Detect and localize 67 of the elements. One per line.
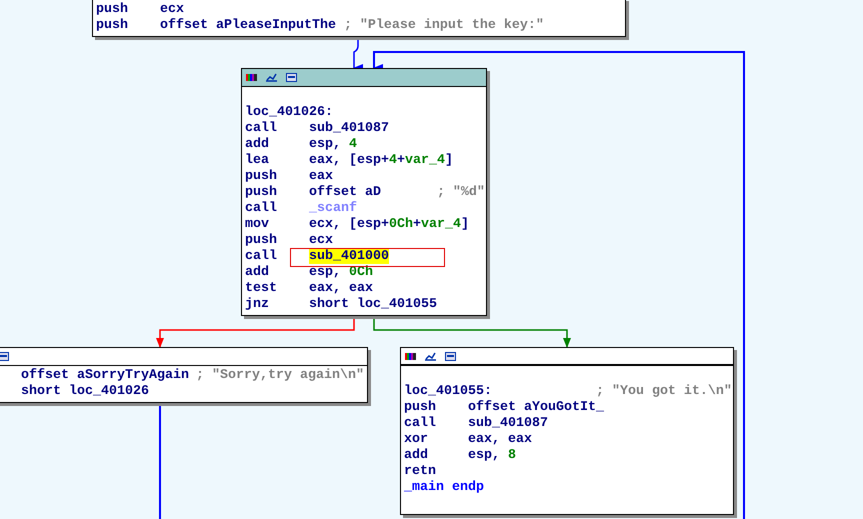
operand-text: offset aSorryTryAgain (20, 368, 189, 383)
operand-text: 8 (508, 448, 516, 463)
instruction-mnemonic: test (245, 281, 278, 297)
instruction-mnemonic: push (245, 169, 278, 185)
operand-text: sub_401087 (468, 416, 548, 431)
operand-text: 0Ch (388, 217, 413, 232)
string-comment: ; "Please input the key:" (344, 18, 544, 34)
operand-text: eax, [esp+ (308, 153, 389, 168)
operand-text: + (396, 153, 405, 168)
instruction-mnemonic: mov (245, 217, 270, 233)
instruction-mnemonic: push (245, 233, 278, 249)
operand-text: var_4 (404, 153, 445, 168)
window-icon[interactable] (286, 73, 297, 82)
instruction-mnemonic: add (245, 137, 270, 153)
operand-text: ecx (308, 233, 333, 248)
endp-directive: _main endp (404, 480, 484, 496)
operand-text: ] (460, 217, 469, 232)
palette-icon[interactable] (246, 73, 257, 82)
operand-text: + (412, 217, 421, 232)
operand-text: esp, (308, 137, 342, 152)
operand-text: ecx (160, 2, 184, 17)
operand-text: 4 (388, 153, 397, 168)
chart-icon[interactable] (425, 352, 436, 360)
instruction-mnemonic: push (96, 18, 129, 34)
instruction-mnemonic: jnz (245, 297, 270, 313)
instruction-mnemonic: call (245, 201, 278, 217)
operand-text: ecx, [esp+ (308, 217, 389, 232)
instruction-mnemonic: call (404, 416, 437, 432)
code-block[interactable] (241, 68, 487, 316)
instruction-mnemonic: push (96, 2, 129, 18)
instruction-mnemonic: push (245, 185, 278, 201)
code-block[interactable]: loc_401055: ; "You got it.\n" push offset aYouGotIt_ call sub_401087 xor eax, eax add esp, 8 retn _main endp (400, 347, 734, 515)
window-icon[interactable] (0, 352, 9, 361)
operand-text: eax, eax (308, 281, 373, 296)
operand-text: esp, (468, 448, 501, 463)
operand-text: 4 (348, 137, 357, 152)
operand-text: sub_401000 (308, 249, 389, 264)
window-icon[interactable] (445, 352, 456, 360)
string-comment: ; "Sorry,try again\n" (196, 368, 364, 384)
chart-icon[interactable] (266, 73, 277, 82)
instruction-mnemonic: push (404, 400, 437, 416)
instruction-mnemonic: add (404, 448, 429, 464)
code-block[interactable]: offset aSorryTryAgain ; "Sorry,try again\n" short loc_401026 (0, 347, 368, 403)
operand-text: eax, eax (468, 432, 532, 447)
string-comment: ; "You got it.\n" (596, 384, 732, 400)
instruction-mnemonic: call (245, 121, 278, 137)
operand-text: eax (308, 169, 333, 184)
string-comment: ; "%d" (436, 185, 485, 201)
operand-text: offset aYouGotIt_ (468, 400, 604, 415)
instruction-mnemonic: lea (245, 153, 270, 169)
operand-text: ] (444, 153, 453, 168)
operand-text: short loc_401055 (308, 297, 437, 312)
palette-icon[interactable] (405, 352, 416, 360)
operand-text: offset aD (308, 185, 381, 200)
operand-text: sub_401087 (308, 121, 389, 136)
code-label: loc_401055: (404, 384, 493, 400)
code-block[interactable]: push ecx push offset aPleaseInputThe ; "Please input the key:" (92, 0, 626, 37)
block-header[interactable] (242, 69, 486, 87)
instruction-mnemonic: retn (404, 464, 437, 480)
operand-text: esp, (308, 265, 342, 280)
operand-text: offset aPleaseInputThe (160, 18, 336, 33)
operand-text: short loc_401026 (20, 384, 149, 399)
code-label: loc_401026: (245, 105, 333, 121)
operand-text: var_4 (420, 217, 461, 232)
instruction-mnemonic: add (245, 265, 270, 281)
instruction-mnemonic: xor (404, 432, 429, 448)
instruction-mnemonic: call (245, 249, 278, 265)
